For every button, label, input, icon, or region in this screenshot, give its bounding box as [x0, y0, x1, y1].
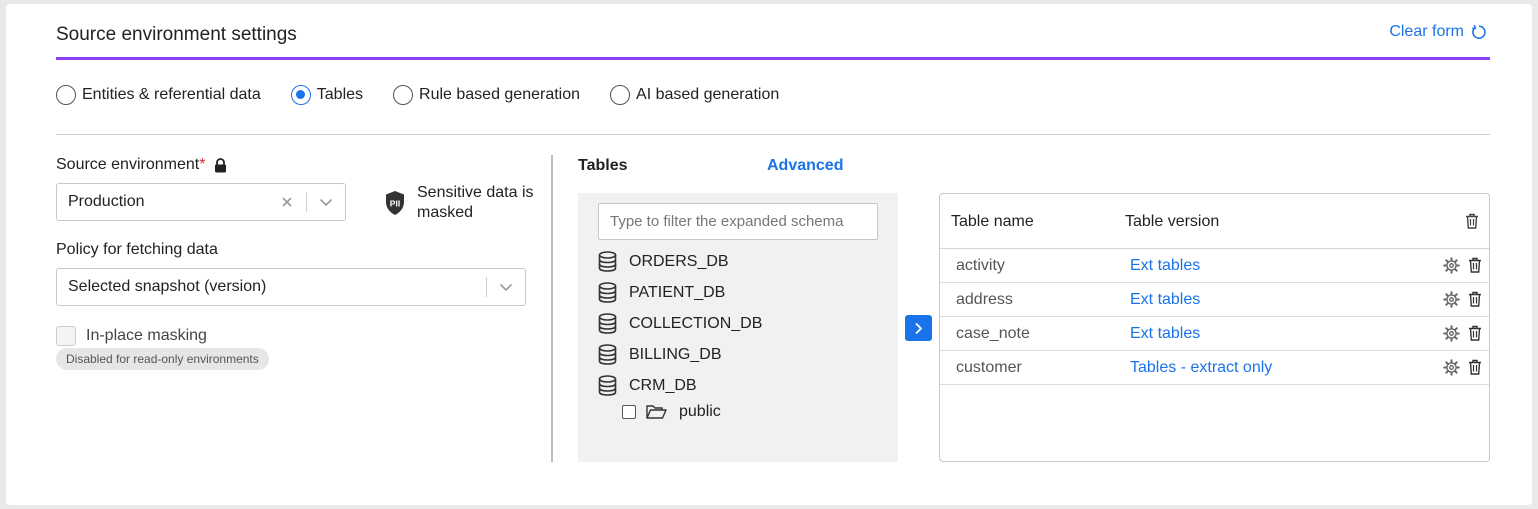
db-item-billing[interactable]: BILLING_DB [598, 344, 721, 365]
db-item-label: CRM_DB [629, 376, 697, 394]
table-header: Table name Table version [940, 194, 1489, 249]
reset-icon [1471, 24, 1487, 40]
radio-ai-based-circle[interactable] [610, 85, 631, 105]
policy-label: Policy for fetching data [56, 241, 218, 258]
row-table-version-link[interactable]: Ext tables [1130, 291, 1200, 309]
policy-select[interactable]: Selected snapshot (version) [56, 268, 526, 306]
db-item-label: ORDERS_DB [629, 252, 729, 270]
chevron-down-icon[interactable] [487, 283, 525, 292]
schema-item-label: public [679, 403, 721, 420]
table-row: customer Tables - extract only [940, 351, 1489, 385]
radio-tables-circle[interactable] [290, 85, 311, 105]
source-env-select[interactable]: Production [56, 183, 346, 221]
page-title: Source environment settings [56, 24, 297, 45]
delete-icon[interactable] [1468, 291, 1482, 308]
pii-shield-icon: PII [384, 190, 406, 221]
radio-entities[interactable]: Entities & referential data [56, 85, 261, 105]
database-icon [598, 313, 629, 334]
inplace-masking-label: In-place masking [86, 327, 207, 344]
col-table-version: Table version [1125, 213, 1220, 230]
radio-rule-based[interactable]: Rule based generation [393, 85, 580, 105]
radio-rule-based-label: Rule based generation [419, 86, 581, 103]
row-table-name: case_note [956, 325, 1030, 342]
inplace-masking-checkbox[interactable] [56, 326, 76, 346]
radio-tables[interactable]: Tables [290, 85, 364, 105]
lock-icon [214, 157, 227, 173]
radio-rule-based-circle[interactable] [393, 85, 414, 105]
selected-tables-table: Table name Table version activity Ext ta… [939, 193, 1490, 462]
radio-ai-based[interactable]: AI based generation [610, 85, 779, 105]
inplace-masking-row: In-place masking [56, 326, 207, 346]
row-table-name: customer [956, 359, 1022, 376]
row-table-version-link[interactable]: Tables - extract only [1130, 359, 1272, 377]
disabled-note-badge: Disabled for read-only environments [56, 348, 269, 370]
delete-icon[interactable] [1468, 359, 1482, 376]
db-item-orders[interactable]: ORDERS_DB [598, 251, 729, 272]
table-row: address Ext tables [940, 283, 1489, 317]
delete-icon[interactable] [1468, 257, 1482, 274]
row-table-name: address [956, 291, 1013, 308]
table-row: activity Ext tables [940, 249, 1489, 283]
folder-open-icon [646, 404, 667, 420]
schema-item-public[interactable]: public [622, 403, 721, 421]
database-icon [598, 375, 629, 396]
radio-tables-label: Tables [316, 86, 364, 103]
radio-entities-label: Entities & referential data [82, 86, 261, 103]
database-icon [598, 282, 629, 303]
table-row: case_note Ext tables [940, 317, 1489, 351]
clear-form-label: Clear form [1389, 23, 1464, 40]
db-item-label: PATIENT_DB [629, 283, 726, 301]
gear-icon[interactable] [1443, 359, 1460, 376]
required-mark: * [199, 156, 206, 173]
source-env-label-text: Source environment [56, 156, 200, 173]
title-underline [56, 57, 1490, 60]
row-table-name: activity [956, 257, 1005, 274]
radio-ai-based-label: AI based generation [636, 86, 780, 103]
database-icon [598, 251, 629, 272]
policy-value: Selected snapshot (version) [68, 278, 267, 295]
delete-icon[interactable] [1468, 325, 1482, 342]
db-item-collection[interactable]: COLLECTION_DB [598, 313, 762, 334]
mode-radio-group: Entities & referential data Tables Rule … [56, 85, 809, 105]
database-icon [598, 344, 629, 365]
schema-checkbox[interactable] [622, 405, 636, 419]
source-env-value: Production [68, 193, 145, 210]
row-table-version-link[interactable]: Ext tables [1130, 257, 1200, 275]
column-divider [551, 155, 553, 462]
chevron-right-icon [914, 322, 923, 335]
move-right-button[interactable] [905, 315, 932, 341]
divider [56, 134, 1490, 135]
db-item-label: BILLING_DB [629, 345, 722, 363]
db-item-crm[interactable]: CRM_DB [598, 375, 697, 396]
clear-form-button[interactable]: Clear form [1389, 23, 1487, 41]
source-settings-card: Source environment settings Clear form E… [6, 4, 1532, 505]
tables-label: Tables [578, 157, 628, 174]
clear-selection-icon[interactable] [268, 196, 306, 208]
source-env-label: Source environment * [56, 156, 227, 174]
gear-icon[interactable] [1443, 325, 1460, 342]
db-item-label: COLLECTION_DB [629, 314, 763, 332]
advanced-link[interactable]: Advanced [767, 157, 843, 175]
pii-badge-text: PII [390, 199, 400, 209]
db-item-patient[interactable]: PATIENT_DB [598, 282, 725, 303]
row-table-version-link[interactable]: Ext tables [1130, 325, 1200, 343]
chevron-down-icon[interactable] [307, 198, 345, 207]
schema-filter-input[interactable] [598, 203, 878, 240]
radio-entities-circle[interactable] [56, 85, 76, 105]
gear-icon[interactable] [1443, 257, 1460, 274]
gear-icon[interactable] [1443, 291, 1460, 308]
sensitive-data-note: Sensitive data is masked [417, 184, 534, 221]
schema-tree-panel: ORDERS_DB PATIENT_DB COLLECTION_DB BILLI… [578, 193, 898, 462]
col-table-name: Table name [951, 213, 1034, 230]
delete-all-icon[interactable] [1465, 213, 1479, 229]
